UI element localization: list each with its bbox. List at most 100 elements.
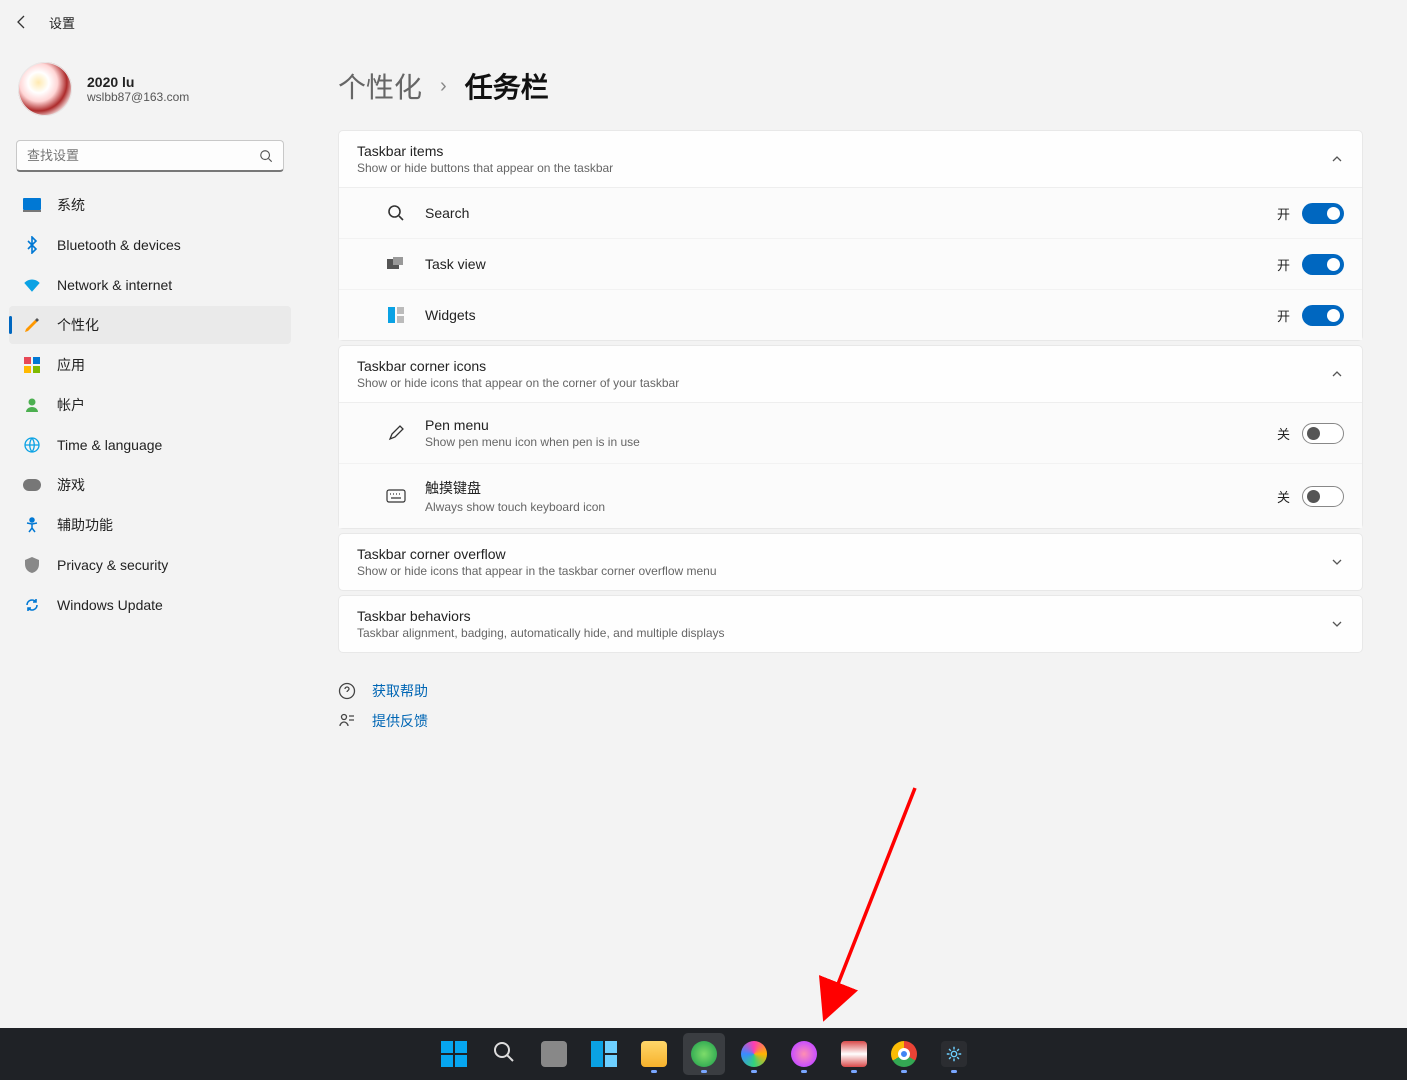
titlebar: 设置 bbox=[0, 0, 1407, 44]
paintbrush-icon bbox=[23, 316, 41, 334]
section-sub: Show or hide icons that appear in the ta… bbox=[357, 564, 717, 578]
taskbar-chrome-button[interactable] bbox=[883, 1033, 925, 1075]
app-icon bbox=[841, 1041, 867, 1067]
sidebar-item-accessibility[interactable]: 辅助功能 bbox=[9, 506, 291, 544]
section-header-behaviors[interactable]: Taskbar behaviors Taskbar alignment, bad… bbox=[339, 596, 1362, 652]
row-sub: Always show touch keyboard icon bbox=[425, 500, 1277, 514]
system-icon bbox=[23, 196, 41, 214]
breadcrumb: 个性化 › 任务栏 bbox=[338, 66, 1363, 106]
profile-email: wslbb87@163.com bbox=[87, 90, 189, 104]
row-label: 触摸键盘 bbox=[425, 478, 1277, 498]
sidebar-item-windows-update[interactable]: Windows Update bbox=[9, 586, 291, 624]
search-icon bbox=[259, 149, 273, 163]
footer-links: 获取帮助 提供反馈 bbox=[338, 681, 1363, 731]
taskbar-app-1[interactable] bbox=[683, 1033, 725, 1075]
search-box[interactable] bbox=[16, 140, 284, 172]
taskbar-widgets-button[interactable] bbox=[583, 1033, 625, 1075]
toggle-search[interactable] bbox=[1302, 203, 1344, 224]
taskbar-taskview-button[interactable] bbox=[533, 1033, 575, 1075]
titlebar-text: 设置 bbox=[49, 13, 75, 32]
sidebar-item-personalization[interactable]: 个性化 bbox=[9, 306, 291, 344]
sidebar-item-label: 个性化 bbox=[57, 315, 99, 335]
search-icon bbox=[493, 1041, 515, 1068]
folder-icon bbox=[641, 1041, 667, 1067]
chevron-right-icon: › bbox=[440, 75, 447, 98]
toggle-state: 开 bbox=[1277, 255, 1290, 274]
apps-icon bbox=[23, 356, 41, 374]
taskview-icon bbox=[385, 253, 407, 275]
update-icon bbox=[23, 596, 41, 614]
shield-icon bbox=[23, 556, 41, 574]
person-icon bbox=[23, 396, 41, 414]
taskbar-app-2[interactable] bbox=[733, 1033, 775, 1075]
toggle-pen[interactable] bbox=[1302, 423, 1344, 444]
globe-icon bbox=[23, 436, 41, 454]
section-header-overflow[interactable]: Taskbar corner overflow Show or hide ico… bbox=[339, 534, 1362, 590]
sidebar-item-accounts[interactable]: 帐户 bbox=[9, 386, 291, 424]
help-icon bbox=[338, 682, 356, 700]
row-label: Pen menu bbox=[425, 417, 1277, 433]
section-title: Taskbar corner icons bbox=[357, 358, 679, 374]
widgets-icon bbox=[591, 1041, 617, 1067]
accessibility-icon bbox=[23, 516, 41, 534]
link-feedback[interactable]: 提供反馈 bbox=[338, 711, 1363, 731]
sidebar-item-label: Bluetooth & devices bbox=[57, 237, 181, 253]
section-title: Taskbar corner overflow bbox=[357, 546, 717, 562]
taskbar-search-button[interactable] bbox=[483, 1033, 525, 1075]
toggle-widgets[interactable] bbox=[1302, 305, 1344, 326]
taskbar-start-button[interactable] bbox=[433, 1033, 475, 1075]
sidebar-item-label: Windows Update bbox=[57, 597, 163, 613]
section-sub: Taskbar alignment, badging, automaticall… bbox=[357, 626, 725, 640]
chrome-icon bbox=[891, 1041, 917, 1067]
windows-icon bbox=[441, 1041, 467, 1067]
sidebar-item-label: 游戏 bbox=[57, 475, 85, 495]
link-get-help[interactable]: 获取帮助 bbox=[338, 681, 1363, 701]
section-title: Taskbar items bbox=[357, 143, 613, 159]
sidebar-item-privacy[interactable]: Privacy & security bbox=[9, 546, 291, 584]
chevron-down-icon bbox=[1330, 555, 1344, 569]
palette-icon bbox=[791, 1041, 817, 1067]
section-title: Taskbar behaviors bbox=[357, 608, 725, 624]
taskbar-explorer-button[interactable] bbox=[633, 1033, 675, 1075]
gamepad-icon bbox=[23, 476, 41, 494]
keyboard-icon bbox=[385, 485, 407, 507]
avatar bbox=[18, 62, 72, 116]
chevron-up-icon bbox=[1330, 152, 1344, 166]
sidebar-item-label: Time & language bbox=[57, 437, 162, 453]
profile-block[interactable]: 2020 lu wslbb87@163.com bbox=[6, 54, 294, 132]
section-sub: Show or hide buttons that appear on the … bbox=[357, 161, 613, 175]
toggle-state: 关 bbox=[1277, 424, 1290, 443]
sidebar-item-time-language[interactable]: Time & language bbox=[9, 426, 291, 464]
sidebar-item-label: 辅助功能 bbox=[57, 515, 113, 535]
toggle-taskview[interactable] bbox=[1302, 254, 1344, 275]
chevron-up-icon bbox=[1330, 367, 1344, 381]
profile-name: 2020 lu bbox=[87, 74, 189, 90]
gear-icon bbox=[941, 1041, 967, 1067]
taskbar-settings-button[interactable] bbox=[933, 1033, 975, 1075]
pen-icon bbox=[385, 422, 407, 444]
back-button[interactable] bbox=[14, 14, 30, 30]
toggle-state: 关 bbox=[1277, 487, 1290, 506]
breadcrumb-parent[interactable]: 个性化 bbox=[338, 66, 422, 106]
taskbar-app-3[interactable] bbox=[783, 1033, 825, 1075]
feedback-icon bbox=[338, 712, 356, 730]
section-header-corner-icons[interactable]: Taskbar corner icons Show or hide icons … bbox=[339, 346, 1362, 402]
sidebar-item-gaming[interactable]: 游戏 bbox=[9, 466, 291, 504]
content: 2020 lu wslbb87@163.com 系统 Bluetooth & d… bbox=[0, 44, 1407, 1028]
toggle-touch-keyboard[interactable] bbox=[1302, 486, 1344, 507]
section-sub: Show or hide icons that appear on the co… bbox=[357, 376, 679, 390]
section-behaviors: Taskbar behaviors Taskbar alignment, bad… bbox=[338, 595, 1363, 653]
sidebar-item-bluetooth[interactable]: Bluetooth & devices bbox=[9, 226, 291, 264]
sidebar-item-network[interactable]: Network & internet bbox=[9, 266, 291, 304]
section-header-taskbar-items[interactable]: Taskbar items Show or hide buttons that … bbox=[339, 131, 1362, 187]
search-input[interactable] bbox=[27, 148, 259, 163]
sidebar-item-apps[interactable]: 应用 bbox=[9, 346, 291, 384]
sidebar-item-system[interactable]: 系统 bbox=[9, 186, 291, 224]
link-label: 获取帮助 bbox=[372, 681, 428, 701]
taskview-icon bbox=[541, 1041, 567, 1067]
row-pen: Pen menu Show pen menu icon when pen is … bbox=[339, 403, 1362, 463]
row-widgets: Widgets 开 bbox=[339, 289, 1362, 340]
sidebar-item-label: Privacy & security bbox=[57, 557, 168, 573]
taskbar-app-4[interactable] bbox=[833, 1033, 875, 1075]
row-search: Search 开 bbox=[339, 188, 1362, 238]
